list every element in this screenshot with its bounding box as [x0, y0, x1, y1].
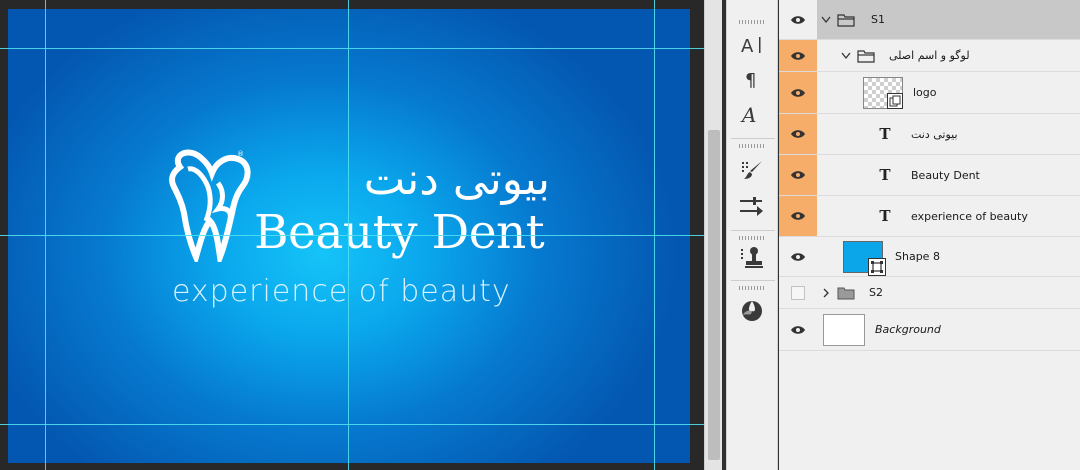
registered-mark: ® [237, 150, 244, 158]
layer-name: logo [913, 86, 937, 99]
visibility-toggle[interactable] [779, 0, 817, 39]
dock-separator [731, 280, 775, 281]
canvas-vertical-scrollbar[interactable] [704, 0, 722, 470]
brand-name-persian: بیوتی دنت [363, 154, 550, 205]
folder-icon [857, 49, 875, 63]
svg-text:¶: ¶ [745, 70, 756, 90]
layer-name: Beauty Dent [911, 168, 980, 182]
eye-icon [791, 212, 805, 220]
layer-logo-body[interactable]: logo [817, 72, 1080, 113]
layer-s2-body[interactable]: S2 [817, 277, 1080, 308]
layer-name: experience of beauty [911, 209, 1028, 223]
svg-text:A: A [741, 36, 754, 56]
layer-row-s1[interactable]: S1 [779, 0, 1080, 40]
layer-background-body[interactable]: Background [817, 309, 1080, 350]
folder-icon [837, 286, 855, 300]
layers-panel: S1 لوگو و اسم اصلی logo T بیوتی دنت T Be… [779, 0, 1080, 470]
eye-icon [791, 15, 805, 24]
clone-source-icon[interactable] [735, 242, 769, 272]
shape-layer-icon [868, 257, 886, 276]
brush-settings-icon[interactable] [735, 155, 769, 185]
dock-grip[interactable] [739, 236, 765, 240]
dock-grip[interactable] [739, 20, 765, 24]
layer-thumbnail[interactable] [843, 240, 886, 276]
layer-thumbnail[interactable] [823, 313, 865, 346]
smart-object-icon [887, 92, 903, 109]
chevron-down-icon[interactable] [839, 52, 853, 60]
type-layer-icon: T [879, 207, 891, 225]
type-layer-icon: T [879, 125, 891, 143]
layer-name: Background [875, 323, 941, 336]
paragraph-panel-icon[interactable]: ¶ [735, 64, 769, 94]
visibility-toggle[interactable] [779, 309, 817, 350]
eye-icon [791, 252, 805, 261]
layer-tagline-body[interactable]: T experience of beauty [817, 196, 1080, 236]
layer-logo-group-body[interactable]: لوگو و اسم اصلی [817, 40, 1080, 71]
layer-name: S1 [871, 13, 885, 26]
eye-icon [791, 51, 805, 60]
layer-row-logo[interactable]: logo [779, 72, 1080, 114]
guide-horizontal[interactable] [0, 424, 706, 425]
adjustments-icon[interactable] [735, 192, 769, 222]
dock-grip[interactable] [739, 286, 765, 290]
document-canvas[interactable]: ® بیوتی دنت Beauty Dent experience of be… [0, 0, 706, 470]
scrollbar-thumb[interactable] [708, 130, 720, 460]
glyphs-panel-icon[interactable]: A [735, 100, 769, 130]
character-panel-icon[interactable]: A [735, 30, 769, 60]
visibility-toggle[interactable] [779, 155, 817, 195]
chevron-right-icon[interactable] [819, 288, 833, 298]
eye-icon [791, 130, 805, 138]
layer-thumbnail[interactable] [863, 76, 903, 109]
materials-icon[interactable] [735, 296, 769, 326]
layer-row-text-fa[interactable]: T بیوتی دنت [779, 114, 1080, 155]
svg-text:A: A [740, 103, 756, 127]
visibility-toggle[interactable] [779, 196, 817, 236]
visibility-toggle[interactable] [779, 277, 817, 308]
layer-text-fa-body[interactable]: T بیوتی دنت [817, 114, 1080, 154]
chevron-down-icon[interactable] [819, 16, 833, 24]
layer-name: Shape 8 [895, 250, 940, 263]
layer-row-logo-group[interactable]: لوگو و اسم اصلی [779, 40, 1080, 72]
layer-row-text-en[interactable]: T Beauty Dent [779, 155, 1080, 196]
guide-horizontal[interactable] [0, 48, 706, 49]
visibility-toggle[interactable] [779, 114, 817, 154]
hidden-visibility-box [791, 285, 805, 300]
folder-icon [837, 13, 855, 27]
layer-shape8-body[interactable]: Shape 8 [817, 237, 1080, 276]
panel-dock-strip: A ¶ A [726, 0, 778, 470]
layer-name: S2 [869, 286, 883, 299]
artboard[interactable]: ® بیوتی دنت Beauty Dent experience of be… [8, 9, 690, 463]
eye-icon [791, 171, 805, 179]
visibility-toggle[interactable] [779, 237, 817, 276]
visibility-toggle[interactable] [779, 72, 817, 113]
layer-s1-body[interactable]: S1 [817, 0, 1080, 39]
guide-horizontal[interactable] [0, 235, 706, 236]
dock-separator [731, 230, 775, 231]
eye-icon [791, 325, 805, 334]
layer-row-s2[interactable]: S2 [779, 277, 1080, 309]
layer-name: بیوتی دنت [911, 127, 958, 141]
type-layer-icon: T [879, 166, 891, 184]
photoshop-window: ® بیوتی دنت Beauty Dent experience of be… [0, 0, 1080, 470]
layer-text-en-body[interactable]: T Beauty Dent [817, 155, 1080, 195]
layer-row-shape8[interactable]: Shape 8 [779, 237, 1080, 277]
tooth-logo-icon [169, 149, 251, 262]
brand-name-english: Beauty Dent [254, 205, 545, 260]
layer-row-background[interactable]: Background [779, 309, 1080, 351]
brand-tagline: experience of beauty [172, 274, 511, 309]
visibility-toggle[interactable] [779, 40, 817, 71]
dock-grip[interactable] [739, 144, 765, 148]
eye-icon [791, 88, 805, 97]
layer-row-tagline[interactable]: T experience of beauty [779, 196, 1080, 237]
dock-separator [731, 138, 775, 139]
layer-name: لوگو و اسم اصلی [889, 49, 970, 62]
